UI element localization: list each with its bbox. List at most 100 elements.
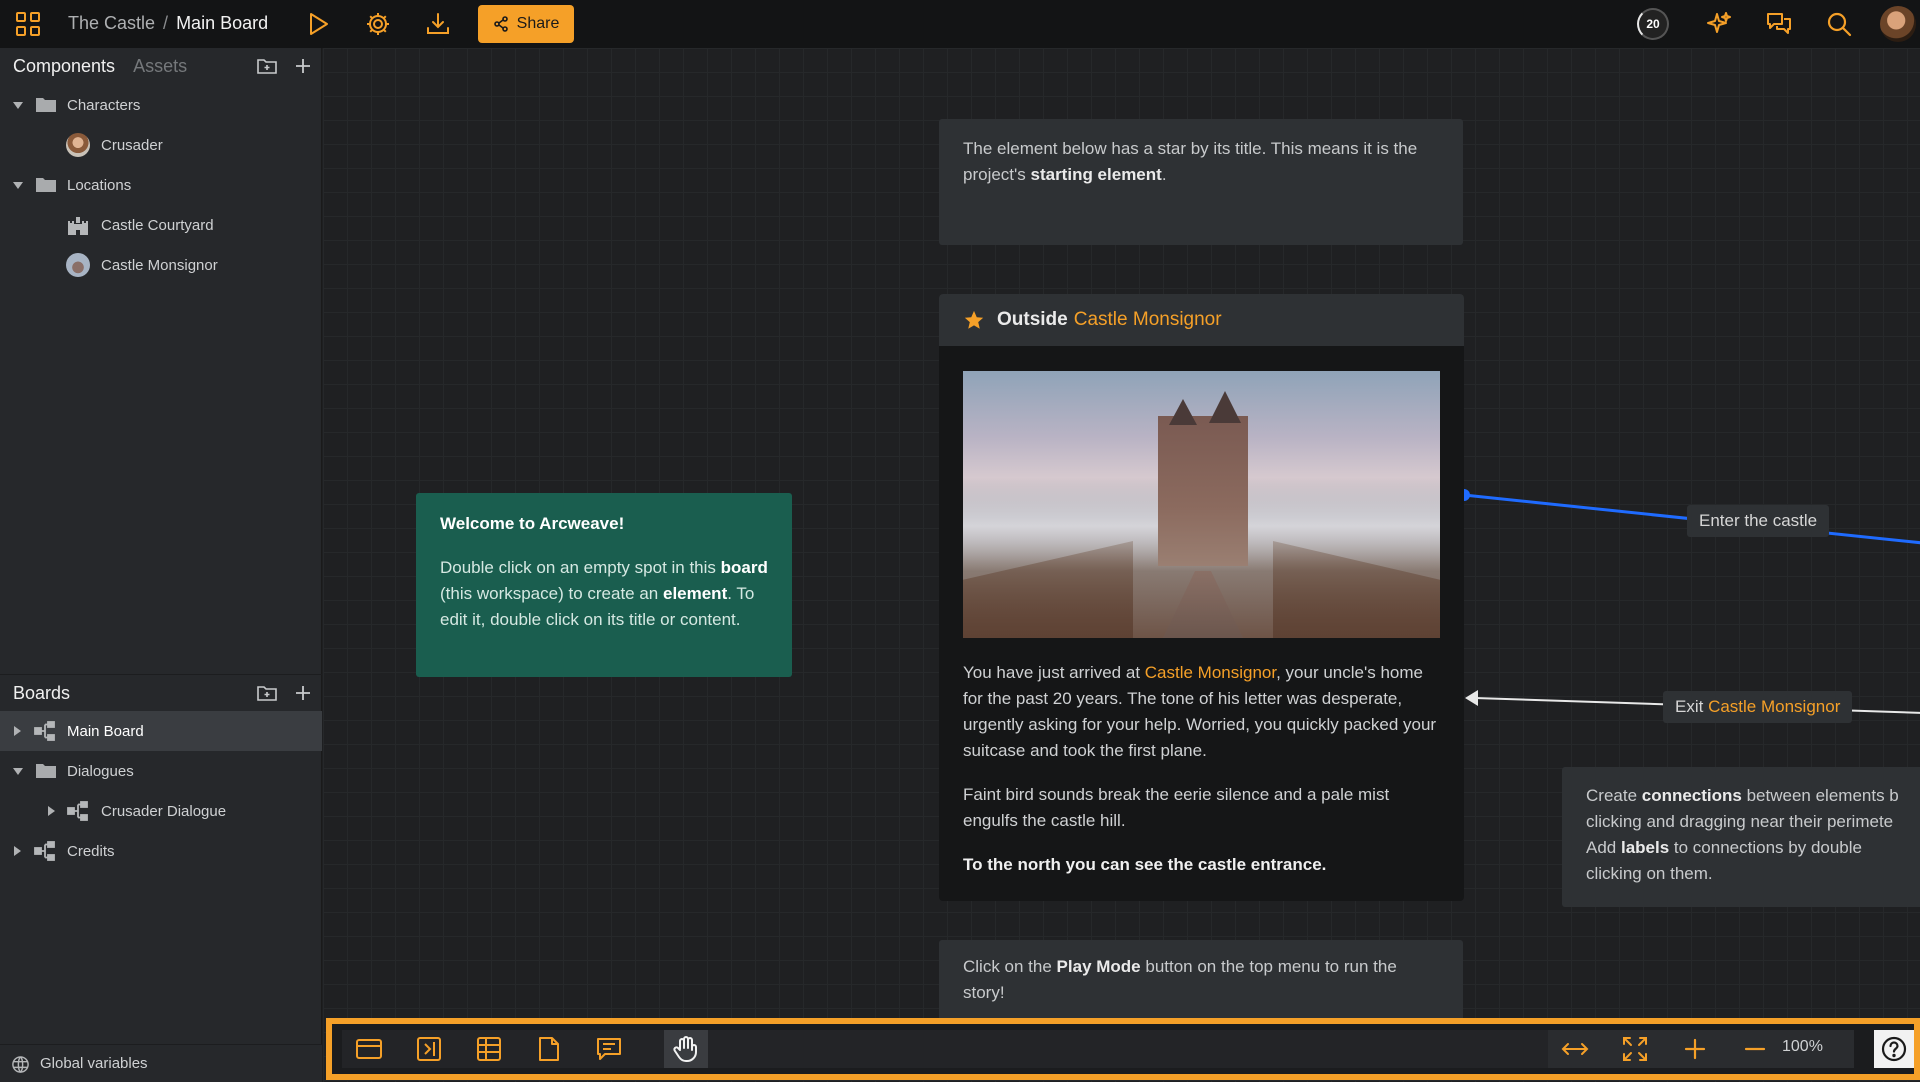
credits-counter[interactable]: 20 bbox=[1637, 8, 1669, 40]
top-bar: The Castle / Main Board Share 20 bbox=[0, 0, 1920, 48]
element-outside-castle[interactable]: Outside Castle Monsignor You have just ar… bbox=[939, 294, 1464, 901]
help-button[interactable] bbox=[1874, 1030, 1914, 1068]
fit-width-icon[interactable] bbox=[1560, 1034, 1590, 1064]
board-folder-dialogues[interactable]: Dialogues bbox=[0, 751, 322, 791]
tree-item-label: Crusader Dialogue bbox=[101, 802, 227, 820]
download-icon[interactable] bbox=[424, 10, 452, 38]
comment-tool-icon[interactable] bbox=[594, 1034, 624, 1064]
tree-item-label: Locations bbox=[67, 176, 132, 194]
zoom-in-icon[interactable] bbox=[1680, 1034, 1710, 1064]
castle-image bbox=[963, 371, 1440, 638]
connection-label-link[interactable]: Castle Monsignor bbox=[1708, 697, 1840, 716]
add-icon[interactable] bbox=[292, 55, 314, 77]
comments-icon[interactable] bbox=[1765, 10, 1793, 38]
breadcrumb: The Castle / Main Board bbox=[68, 13, 268, 34]
global-variables-button[interactable]: Global variables bbox=[0, 1044, 322, 1082]
folder-icon bbox=[36, 764, 56, 778]
board-credits[interactable]: Credits bbox=[0, 831, 322, 871]
castle-icon bbox=[68, 217, 88, 235]
note-line: Create connections between elements b bbox=[1586, 783, 1918, 809]
folder-locations[interactable]: Locations bbox=[0, 165, 322, 205]
fullscreen-icon[interactable] bbox=[1620, 1034, 1650, 1064]
element-paragraph: Faint bird sounds break the eerie silenc… bbox=[963, 785, 1390, 830]
note-tool-icon[interactable] bbox=[534, 1034, 564, 1064]
breadcrumb-project[interactable]: The Castle bbox=[68, 13, 155, 33]
global-variables-label: Global variables bbox=[40, 1055, 148, 1072]
element-paragraph: You have just arrived at Castle Monsigno… bbox=[963, 660, 1440, 764]
arrowhead-icon bbox=[1465, 690, 1478, 706]
sparkle-icon[interactable] bbox=[1705, 10, 1733, 38]
add-icon[interactable] bbox=[292, 682, 314, 704]
element-link[interactable]: Castle Monsignor bbox=[1145, 663, 1276, 682]
folder-characters[interactable]: Characters bbox=[0, 85, 322, 125]
play-mode-icon[interactable] bbox=[304, 10, 332, 38]
tree-item-label: Dialogues bbox=[67, 762, 134, 780]
zoom-level[interactable]: 100% bbox=[1782, 1038, 1823, 1056]
tree-item-label: Characters bbox=[67, 96, 141, 114]
chevron-right-icon[interactable] bbox=[14, 846, 21, 856]
breadcrumb-board: Main Board bbox=[176, 13, 269, 33]
share-icon bbox=[493, 16, 508, 32]
folder-icon bbox=[36, 178, 56, 192]
note-connections[interactable]: Create connections between elements b cl… bbox=[1562, 767, 1920, 907]
element-content[interactable]: You have just arrived at Castle Monsigno… bbox=[939, 660, 1464, 878]
connection-label-exit[interactable]: Exit Castle Monsignor bbox=[1663, 691, 1853, 723]
share-label: Share bbox=[516, 15, 560, 32]
hand-tool-icon[interactable] bbox=[664, 1030, 708, 1068]
element-title-text: Outside bbox=[997, 309, 1068, 330]
chevron-right-icon[interactable] bbox=[48, 806, 55, 816]
board-icon bbox=[34, 721, 55, 741]
note-starting-element[interactable]: The element below has a star by its titl… bbox=[939, 119, 1463, 245]
component-castle-monsignor[interactable]: Castle Monsignor bbox=[0, 245, 322, 285]
zoom-out-icon[interactable] bbox=[1740, 1034, 1770, 1064]
component-crusader[interactable]: Crusader bbox=[0, 125, 322, 165]
element-title[interactable]: Outside Castle Monsignor bbox=[939, 294, 1464, 346]
note-bold: starting element bbox=[1030, 165, 1162, 184]
element-tool-icon[interactable] bbox=[354, 1034, 384, 1064]
tab-components[interactable]: Components bbox=[13, 56, 115, 77]
chevron-right-icon[interactable] bbox=[14, 726, 21, 736]
table-tool-icon[interactable] bbox=[474, 1034, 504, 1064]
element-text: You have just arrived at bbox=[963, 663, 1145, 682]
search-icon[interactable] bbox=[1825, 10, 1853, 38]
welcome-note[interactable]: Welcome to Arcweave! Double click on an … bbox=[416, 493, 792, 677]
boards-panel-header: Boards bbox=[0, 675, 322, 711]
share-button[interactable]: Share bbox=[478, 5, 574, 43]
settings-gear-icon[interactable] bbox=[364, 10, 392, 38]
note-text: Create bbox=[1586, 786, 1642, 805]
jumper-tool-icon[interactable] bbox=[414, 1034, 444, 1064]
sidebar: Components Assets Characters Crusader Lo… bbox=[0, 48, 322, 1082]
note-line: clicking on them. bbox=[1586, 864, 1713, 883]
user-avatar[interactable] bbox=[1880, 6, 1916, 42]
board-crusader-dialogue[interactable]: Crusader Dialogue bbox=[0, 791, 322, 831]
chevron-down-icon[interactable] bbox=[13, 768, 23, 775]
welcome-text: Double click on an empty spot in this bbox=[440, 558, 721, 577]
element-title-link[interactable]: Castle Monsignor bbox=[1074, 309, 1222, 331]
welcome-body: Double click on an empty spot in this bo… bbox=[440, 555, 768, 633]
note-text: to connections by double bbox=[1669, 838, 1862, 857]
boards-title: Boards bbox=[13, 682, 71, 703]
tree-item-label: Castle Courtyard bbox=[101, 216, 214, 234]
board-canvas[interactable]: The element below has a star by its titl… bbox=[323, 48, 1920, 1082]
chevron-down-icon[interactable] bbox=[13, 102, 23, 109]
new-folder-icon[interactable] bbox=[256, 55, 278, 77]
note-text: . bbox=[1161, 165, 1167, 184]
note-text: Click on the bbox=[963, 957, 1057, 976]
tool-group bbox=[342, 1030, 1594, 1068]
apps-grid-icon[interactable] bbox=[14, 10, 42, 38]
note-line: Add labels to connections by double bbox=[1586, 835, 1918, 861]
welcome-bold: element bbox=[662, 584, 728, 603]
connection-label-enter[interactable]: Enter the castle bbox=[1687, 505, 1830, 537]
tree-item-label: Credits bbox=[67, 842, 115, 860]
element-paragraph-bold: To the north you can see the castle entr… bbox=[963, 855, 1327, 874]
note-bold: Play Mode bbox=[1056, 957, 1141, 976]
board-main-board[interactable]: Main Board bbox=[0, 711, 322, 751]
tree-item-label: Main Board bbox=[67, 722, 144, 740]
welcome-bold: board bbox=[720, 558, 768, 577]
help-icon bbox=[1881, 1036, 1907, 1062]
castle-monsignor-thumb-icon bbox=[66, 253, 90, 277]
tab-assets[interactable]: Assets bbox=[133, 56, 187, 77]
chevron-down-icon[interactable] bbox=[13, 182, 23, 189]
component-castle-courtyard[interactable]: Castle Courtyard bbox=[0, 205, 322, 245]
new-folder-icon[interactable] bbox=[256, 682, 278, 704]
